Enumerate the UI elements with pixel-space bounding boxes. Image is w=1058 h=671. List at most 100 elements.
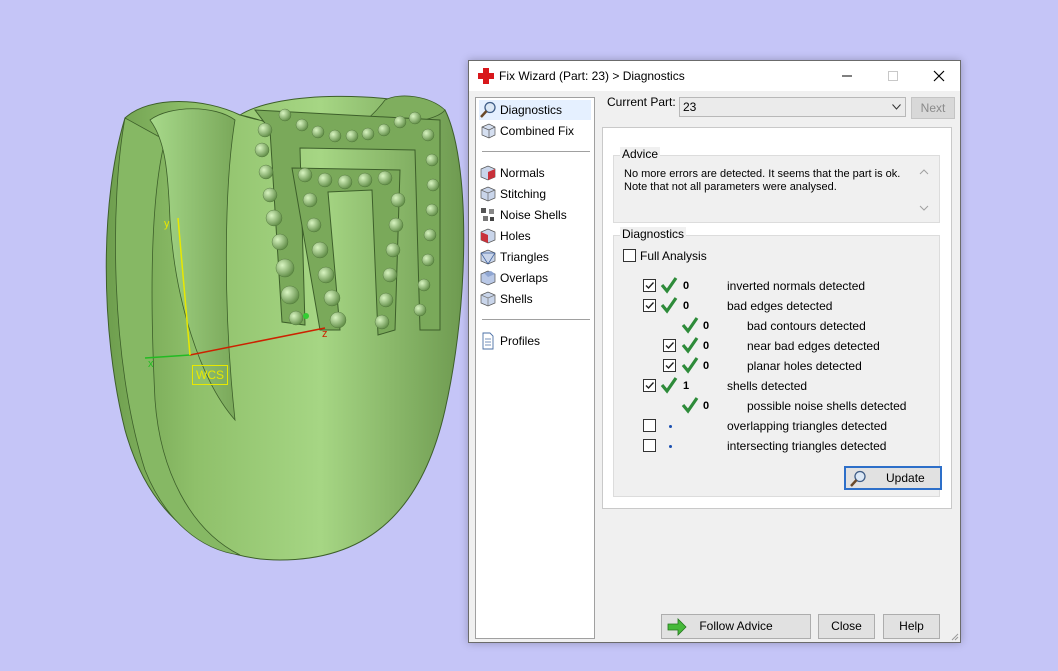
minimize-button[interactable]	[824, 61, 870, 91]
ok-tick-icon	[681, 397, 699, 414]
overlaps-cube-icon	[480, 270, 496, 286]
nav-divider	[482, 151, 590, 152]
cube-icon	[481, 123, 496, 139]
shells-cube-icon	[480, 291, 496, 307]
nav-label: Holes	[500, 229, 531, 243]
update-label: Update	[886, 471, 925, 485]
pending-dot-icon	[669, 445, 672, 448]
x-axis-label: x	[148, 358, 154, 370]
nav-divider	[482, 319, 590, 320]
inverted-normals-checkbox[interactable]	[643, 279, 656, 292]
nav-item-holes[interactable]: Holes	[479, 226, 591, 246]
chevron-down-icon	[892, 104, 901, 110]
checkmark-icon	[645, 382, 655, 390]
window-title: Fix Wizard (Part: 23) > Diagnostics	[499, 69, 685, 83]
resize-grip-icon[interactable]	[949, 631, 959, 641]
advice-scrollbar[interactable]	[916, 166, 932, 214]
nav-label: Overlaps	[500, 271, 549, 285]
full-analysis-label: Full Analysis	[640, 249, 707, 263]
diag-label: bad edges detected	[727, 299, 833, 313]
nav-label: Profiles	[500, 334, 541, 348]
close-icon	[933, 70, 945, 82]
stitching-cube-icon	[480, 186, 496, 202]
diag-label: inverted normals detected	[727, 279, 866, 293]
noise-shells-icon	[481, 208, 494, 221]
close-button[interactable]: Close	[818, 614, 875, 639]
follow-advice-label: Follow Advice	[699, 619, 773, 633]
magnifier-icon	[850, 470, 866, 487]
maximize-button[interactable]	[870, 61, 916, 91]
update-button[interactable]: Update	[844, 466, 942, 490]
ok-tick-icon	[660, 277, 678, 294]
diag-label: overlapping triangles detected	[727, 419, 888, 433]
wcs-label: WCS	[192, 365, 228, 385]
fix-wizard-window: Fix Wizard (Part: 23) > Diagnostics Diag…	[468, 60, 961, 643]
advice-title: Advice	[620, 147, 661, 161]
nav-item-noise-shells[interactable]: Noise Shells	[479, 205, 591, 225]
diag-label: shells detected	[727, 379, 808, 393]
diag-label: bad contours detected	[747, 319, 866, 333]
diag-count: 1	[683, 380, 690, 392]
diag-count: 0	[703, 400, 710, 412]
full-analysis-checkbox[interactable]	[623, 249, 636, 262]
green-arrow-icon	[667, 618, 687, 636]
shells-checkbox[interactable]	[643, 379, 656, 392]
diagnostics-group: Diagnostics Full Analysis 0 inverted nor…	[613, 227, 942, 497]
nav-item-overlaps[interactable]: Overlaps	[479, 268, 591, 288]
nav-item-shells[interactable]: Shells	[479, 289, 591, 309]
near-bad-edges-checkbox[interactable]	[663, 339, 676, 352]
origin-marker	[303, 313, 309, 319]
minimize-icon	[842, 75, 852, 77]
ok-tick-icon	[660, 377, 678, 394]
diagnostics-panel: Advice No more errors are detected. It s…	[602, 127, 952, 509]
help-button[interactable]: Help	[883, 614, 940, 639]
ok-tick-icon	[681, 357, 699, 374]
nav-label: Combined Fix	[500, 124, 575, 138]
diag-count: 0	[703, 320, 710, 332]
diag-label: near bad edges detected	[747, 339, 880, 353]
intersecting-triangles-checkbox[interactable]	[643, 439, 656, 452]
ok-tick-icon	[681, 317, 699, 334]
follow-advice-button[interactable]: Follow Advice	[661, 614, 811, 639]
diag-label: planar holes detected	[747, 359, 862, 373]
checkmark-icon	[645, 302, 655, 310]
bad-edges-checkbox[interactable]	[643, 299, 656, 312]
magnifier-icon	[480, 101, 496, 118]
current-part-label: Current Part:	[607, 95, 676, 109]
next-button[interactable]: Next	[911, 97, 955, 119]
nav-item-stitching[interactable]: Stitching	[479, 184, 591, 204]
close-window-button[interactable]	[916, 61, 962, 91]
normals-cube-icon	[480, 165, 496, 181]
diag-count: 0	[703, 340, 710, 352]
pending-dot-icon	[669, 425, 672, 428]
diag-count: 0	[683, 280, 690, 292]
advice-group: Advice No more errors are detected. It s…	[613, 147, 940, 223]
nav-label: Triangles	[500, 250, 549, 264]
checkmark-icon	[665, 362, 675, 370]
document-icon	[482, 332, 494, 350]
nav-label: Stitching	[500, 187, 547, 201]
nav-item-profiles[interactable]: Profiles	[479, 331, 591, 351]
nav-label: Diagnostics	[500, 103, 563, 117]
advice-text: No more errors are detected. It seems th…	[624, 168, 901, 193]
ok-tick-icon	[660, 297, 678, 314]
overlapping-triangles-checkbox[interactable]	[643, 419, 656, 432]
current-part-dropdown[interactable]: 23	[679, 97, 906, 117]
nav-label: Normals	[500, 166, 545, 180]
checkmark-icon	[645, 282, 655, 290]
diagnostics-title: Diagnostics	[620, 227, 687, 241]
nav-item-triangles[interactable]: Triangles	[479, 247, 591, 267]
holes-cube-icon	[480, 228, 496, 244]
nav-item-diagnostics[interactable]: Diagnostics	[479, 100, 591, 120]
wizard-nav: Diagnostics Combined Fix Normals Stitchi…	[475, 97, 595, 639]
red-cross-icon	[478, 68, 494, 84]
z-axis-label: z	[322, 328, 328, 340]
nav-label: Noise Shells	[500, 208, 567, 222]
diag-count: 0	[703, 360, 710, 372]
maximize-icon	[888, 71, 898, 81]
planar-holes-checkbox[interactable]	[663, 359, 676, 372]
titlebar[interactable]: Fix Wizard (Part: 23) > Diagnostics	[469, 61, 960, 91]
nav-item-combined-fix[interactable]: Combined Fix	[479, 121, 591, 141]
triangles-cube-icon	[480, 249, 496, 265]
nav-item-normals[interactable]: Normals	[479, 163, 591, 183]
